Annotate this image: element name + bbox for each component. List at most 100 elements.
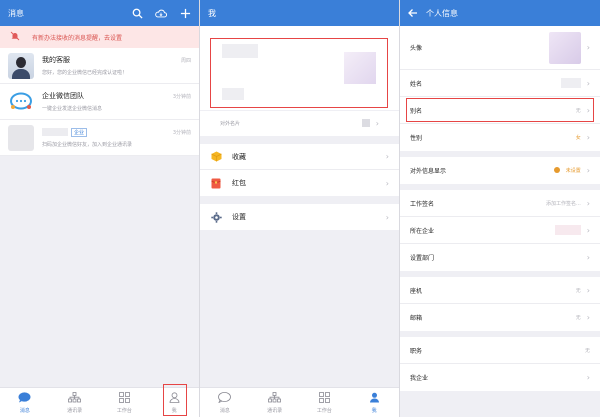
chevron-right-icon: › xyxy=(586,133,590,142)
chevron-right-icon: › xyxy=(586,43,590,52)
grid-icon xyxy=(318,391,330,405)
landline-value: 无 xyxy=(575,287,581,294)
row-label: 所在企业 xyxy=(410,227,435,235)
messages-screen: 消息 有新办法接收的消息提醒，去设置 我的客服 您好，您的企业微信已经完成认证啦… xyxy=(0,0,200,417)
redacted-name xyxy=(42,128,68,136)
settings-group: 设置 › xyxy=(200,204,399,230)
bottom-tab-bar: 消息 通讯录 工作台 我 xyxy=(0,384,199,417)
favorites-group: 收藏 › 红包 › xyxy=(200,144,399,196)
chat-icon xyxy=(218,391,232,405)
external-card-row[interactable]: 对外名片 › xyxy=(200,110,399,136)
chevron-right-icon: › xyxy=(375,119,379,128)
message-time: 3分钟前 xyxy=(172,130,191,136)
tab-me[interactable]: 我 xyxy=(349,388,399,417)
tab-messages[interactable]: 消息 xyxy=(0,388,50,417)
department-row[interactable]: 设置部门 › xyxy=(400,244,600,271)
org-chart-icon xyxy=(68,391,82,405)
chevron-right-icon: › xyxy=(586,225,590,235)
row-label: 设置部门 xyxy=(410,255,435,262)
warning-dot-icon xyxy=(553,166,560,175)
message-preview: 一键企业发送企业微信消息 xyxy=(42,106,103,112)
bell-muted-icon xyxy=(10,31,20,43)
chevron-right-icon: › xyxy=(385,212,389,222)
gender-row[interactable]: 性别 女 › xyxy=(400,124,600,151)
plus-icon[interactable] xyxy=(179,7,191,19)
red-packet-row[interactable]: 红包 › xyxy=(200,170,399,196)
avatar xyxy=(8,52,34,79)
tab-workbench[interactable]: 工作台 xyxy=(100,388,150,417)
cloud-icon[interactable] xyxy=(155,7,167,19)
chevron-right-icon: › xyxy=(385,152,389,161)
row-label: 红包 xyxy=(232,179,246,187)
work-info-group: 工作签名 添加工作签名... › 所在企业 › 设置部门 › xyxy=(400,190,600,271)
me-header: 我 xyxy=(200,0,399,26)
chevron-right-icon: › xyxy=(586,78,590,88)
landline-row[interactable]: 座机 无 › xyxy=(400,277,600,304)
message-list: 我的客服 您好，您的企业微信已经完成认证啦！ 周四 企业微信团队 一键企业发送企… xyxy=(0,48,199,156)
tab-workbench[interactable]: 工作台 xyxy=(300,388,350,417)
tab-messages[interactable]: 消息 xyxy=(200,388,250,417)
message-preview: 您好，您的企业微信已经完成认证啦！ xyxy=(42,70,128,76)
profile-card[interactable]: 对外名片 › xyxy=(200,26,399,136)
chevron-right-icon: › xyxy=(586,285,590,295)
me-screen: 我 对外名片 › 收藏 › 红包 › 设置 › 消息 通讯录 工作台 我 xyxy=(200,0,400,417)
external-card-label: 对外名片 xyxy=(220,121,241,127)
back-arrow-icon[interactable] xyxy=(408,8,418,18)
message-name: 企业微信团队 xyxy=(42,92,84,100)
chevron-right-icon: › xyxy=(586,313,590,322)
row-label: 姓名 xyxy=(410,80,423,88)
tab-contacts[interactable]: 通讯录 xyxy=(250,388,300,417)
list-item[interactable]: 企业微信团队 一键企业发送企业微信消息 3分钟前 xyxy=(0,84,199,120)
highlight-box xyxy=(406,98,594,122)
favorites-row[interactable]: 收藏 › xyxy=(200,144,399,170)
profile-summary[interactable] xyxy=(210,38,388,108)
chat-icon xyxy=(18,391,31,405)
tab-me[interactable]: 我 xyxy=(149,384,199,417)
messages-header: 消息 xyxy=(0,0,199,26)
grid-icon xyxy=(118,391,130,405)
header-title: 消息 xyxy=(8,8,24,18)
avatar xyxy=(8,124,34,151)
row-label: 职务 xyxy=(410,347,423,355)
message-preview: 扫码加企业微信好友，加入到企业通讯录 xyxy=(42,141,133,148)
settings-row[interactable]: 设置 › xyxy=(200,204,399,230)
message-time: 周四 xyxy=(180,58,191,64)
name-row[interactable]: 姓名 › xyxy=(400,70,600,97)
chevron-right-icon: › xyxy=(586,373,590,382)
email-row[interactable]: 邮箱 无 › xyxy=(400,304,600,331)
highlight-box xyxy=(210,38,388,108)
chat-bubble-icon xyxy=(8,88,34,115)
tab-label: 消息 xyxy=(219,407,230,414)
gender-value: 女 xyxy=(575,135,581,141)
company-row[interactable]: 所在企业 › xyxy=(400,217,600,244)
highlight-box xyxy=(163,384,187,416)
banner-text: 有新办法接收的消息提醒，去设置 xyxy=(32,34,123,42)
row-label: 工作签名 xyxy=(410,200,435,208)
external-info-group: 对外信息显示 未设置 › xyxy=(400,157,600,184)
tab-contacts[interactable]: 通讯录 xyxy=(50,388,100,417)
message-time: 3分钟前 xyxy=(172,94,191,100)
list-item[interactable]: 企业 扫码加企业微信好友，加入到企业通讯录 3分钟前 xyxy=(0,120,199,156)
tab-label: 消息 xyxy=(19,407,30,414)
tab-label: 通讯录 xyxy=(67,407,83,414)
person-icon xyxy=(369,392,380,405)
red-packet-icon xyxy=(210,177,222,189)
alias-row[interactable]: 别名 无 › xyxy=(400,97,600,124)
row-label: 我企业 xyxy=(410,375,429,382)
header-title: 个人信息 xyxy=(426,8,458,18)
external-info-row[interactable]: 对外信息显示 未设置 › xyxy=(400,157,600,184)
avatar xyxy=(548,31,581,64)
work-signature-row[interactable]: 工作签名 添加工作签名... › xyxy=(400,190,600,217)
personal-info-screen: 个人信息 头像 › 姓名 › 别名 无 › 性别 女 › 对外信息显示 未设置 … xyxy=(400,0,600,417)
message-name: 企业 xyxy=(42,127,191,137)
tab-label: 工作台 xyxy=(316,407,332,414)
my-company-row[interactable]: 我企业 › xyxy=(400,364,600,391)
avatar-row[interactable]: 头像 › xyxy=(400,26,600,70)
search-icon[interactable] xyxy=(131,7,143,19)
notification-banner[interactable]: 有新办法接收的消息提醒，去设置 xyxy=(0,26,199,48)
bottom-tab-bar: 消息 通讯录 工作台 我 xyxy=(200,387,399,417)
tab-label: 通讯录 xyxy=(267,407,283,414)
list-item[interactable]: 我的客服 您好，您的企业微信已经完成认证啦！ 周四 xyxy=(0,48,199,84)
chevron-right-icon: › xyxy=(586,166,590,175)
row-label: 设置 xyxy=(232,213,246,221)
